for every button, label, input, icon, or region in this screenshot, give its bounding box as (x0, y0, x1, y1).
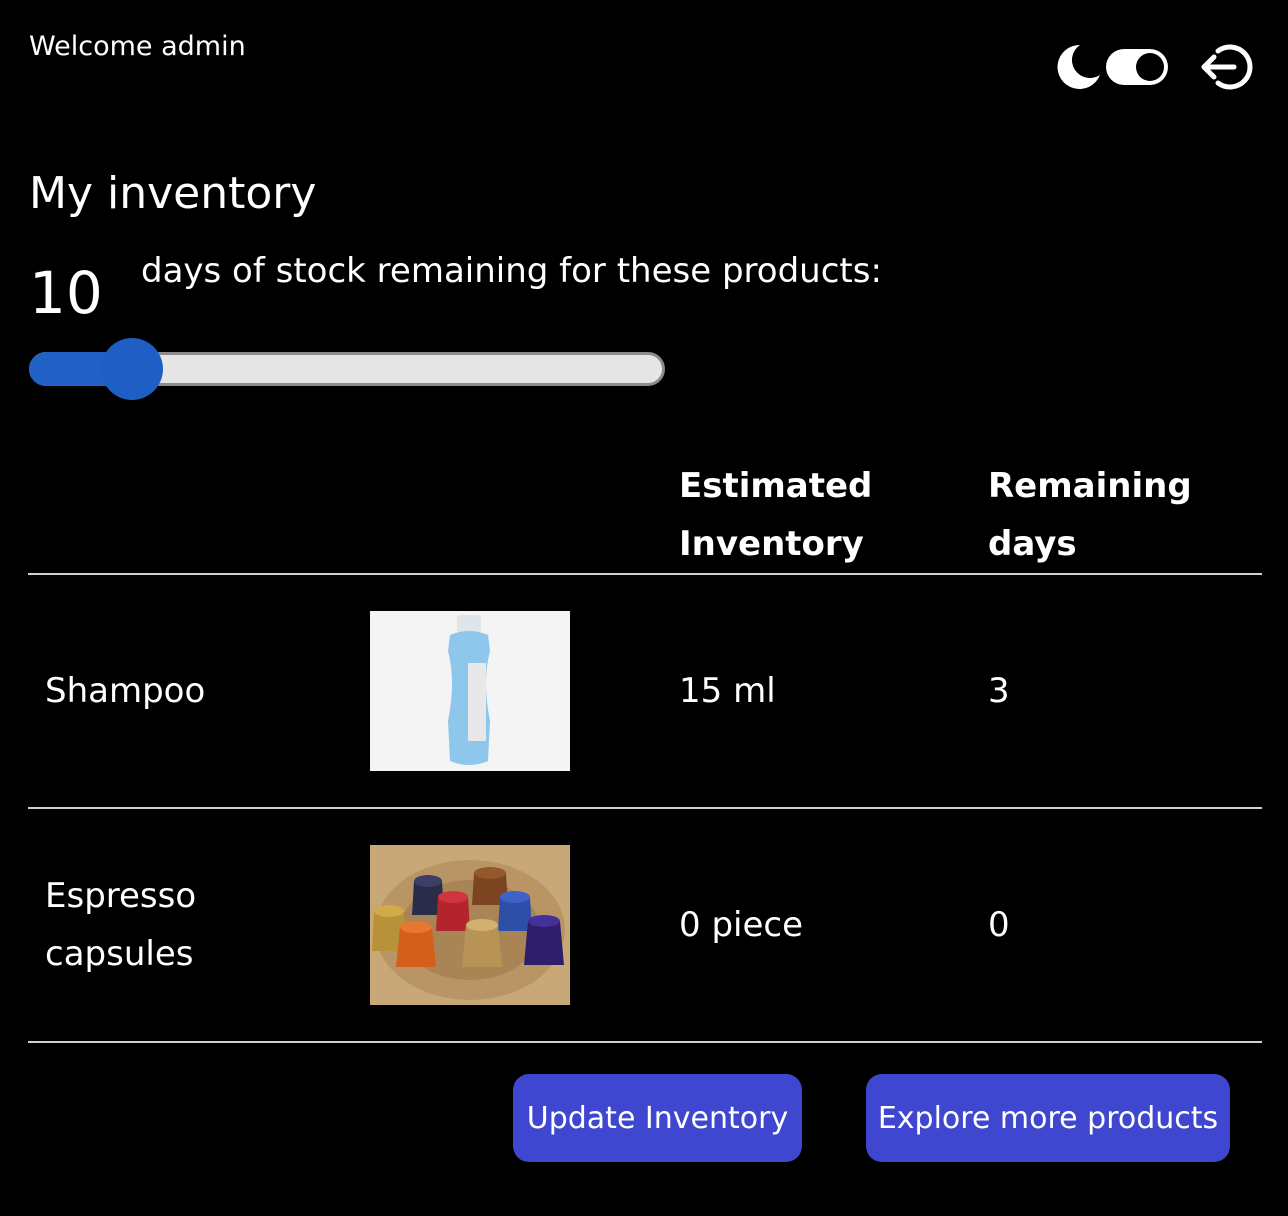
days-value: 10 (29, 259, 103, 327)
days-slider[interactable] (29, 338, 665, 400)
page-title: My inventory (29, 168, 317, 219)
product-name-line2: capsules (45, 934, 194, 974)
product-image-cell (370, 574, 679, 808)
header-controls (1054, 40, 1254, 94)
product-name-line1: Espresso (45, 876, 197, 916)
toggle-knob (1136, 53, 1164, 81)
inventory-table: Estimated Inventory Remaining days Shamp… (28, 437, 1262, 1043)
header-estimated-line2: Inventory (679, 524, 864, 564)
header-remaining-line1: Remaining (988, 466, 1192, 506)
theme-toggle[interactable] (1106, 49, 1168, 85)
slider-thumb[interactable] (101, 338, 164, 400)
table-row: Shampoo 15 ml 3 (28, 574, 1262, 808)
table-row: Espresso capsules 0 piece 0 (28, 808, 1262, 1042)
espresso-capsules-image (370, 845, 570, 1005)
product-name: Shampoo (45, 671, 206, 711)
moon-icon (1057, 44, 1100, 89)
days-description: days of stock remaining for these produc… (141, 251, 882, 291)
welcome-text: Welcome admin (29, 31, 246, 62)
explore-more-products-button[interactable]: Explore more products (866, 1074, 1230, 1162)
update-inventory-button[interactable]: Update Inventory (513, 1074, 802, 1162)
logout-icon[interactable] (1198, 39, 1254, 95)
header-remaining-line2: days (988, 524, 1077, 564)
remaining-days: 3 (988, 671, 1010, 711)
remaining-days: 0 (988, 905, 1010, 945)
inventory-page: Welcome admin My inventory 10 days of st… (0, 0, 1288, 1216)
header-estimated-line1: Estimated (679, 466, 873, 506)
table-header-row: Estimated Inventory Remaining days (28, 437, 1262, 574)
header-estimated-inventory: Estimated Inventory (679, 437, 988, 574)
header-name (28, 437, 370, 574)
estimated-inventory: 15 ml (679, 671, 776, 711)
shampoo-bottle-image (370, 611, 570, 771)
header-remaining-days: Remaining days (988, 437, 1262, 574)
header-image (370, 437, 679, 574)
product-name: Espresso capsules (28, 808, 370, 1042)
product-image-cell (370, 808, 679, 1042)
estimated-inventory: 0 piece (679, 905, 803, 945)
